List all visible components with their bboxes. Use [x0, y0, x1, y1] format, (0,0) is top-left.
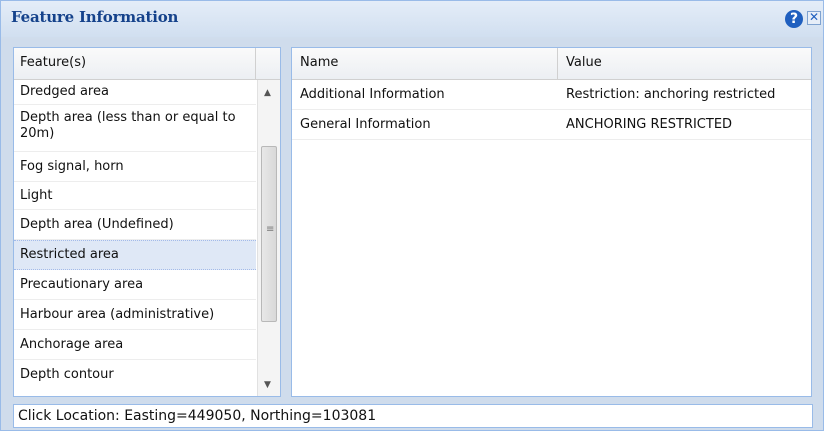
attribute-value: ANCHORING RESTRICTED: [566, 117, 733, 132]
scroll-down-icon[interactable]: ▼: [264, 380, 271, 390]
list-item[interactable]: Fog signal, horn: [14, 152, 256, 182]
attribute-panel: Name Value Additional Information Restri…: [291, 47, 812, 397]
status-bar: Click Location: Easting=449050, Northing…: [13, 404, 813, 428]
grip-icon: ≡: [266, 224, 275, 235]
scroll-up-icon[interactable]: ▲: [264, 88, 271, 98]
vertical-scrollbar[interactable]: ▲ ≡ ▼: [257, 80, 280, 396]
list-item[interactable]: Harbour area (administrative): [14, 300, 256, 330]
attribute-value: Restriction: anchoring restricted: [566, 87, 776, 102]
list-item[interactable]: Anchorage area: [14, 330, 256, 360]
list-item[interactable]: Light: [14, 182, 256, 210]
window-titlebar[interactable]: Feature Information ? ✕: [1, 1, 823, 37]
table-row[interactable]: Additional Information Restriction: anch…: [292, 80, 811, 110]
table-row[interactable]: General Information ANCHORING RESTRICTED: [292, 110, 811, 140]
column-header-features[interactable]: Feature(s): [14, 48, 256, 79]
list-item[interactable]: Dredged area: [14, 80, 256, 105]
feature-list-panel: Feature(s) Dredged area Depth area (less…: [13, 47, 281, 397]
list-item-selected[interactable]: Restricted area: [14, 240, 256, 270]
column-header-value[interactable]: Value: [558, 48, 811, 79]
list-item[interactable]: Depth contour: [14, 360, 256, 390]
feature-list-header: Feature(s): [14, 48, 280, 80]
list-item[interactable]: Precautionary area: [14, 270, 256, 300]
list-item[interactable]: Depth area (Undefined): [14, 210, 256, 240]
close-icon[interactable]: ✕: [807, 11, 821, 25]
attribute-name: Additional Information: [300, 87, 445, 102]
list-item[interactable]: Depth area (less than or equal to 20m): [14, 105, 256, 152]
attribute-name: General Information: [300, 117, 431, 132]
help-icon[interactable]: ?: [785, 10, 803, 28]
feature-information-window: Feature Information ? ✕ Feature(s) Dredg…: [0, 0, 824, 431]
window-title: Feature Information: [11, 8, 179, 26]
attribute-header: Name Value: [292, 48, 811, 80]
scroll-thumb[interactable]: ≡: [261, 146, 277, 322]
column-header-name[interactable]: Name: [292, 48, 558, 79]
feature-list: Dredged area Depth area (less than or eq…: [14, 80, 256, 390]
